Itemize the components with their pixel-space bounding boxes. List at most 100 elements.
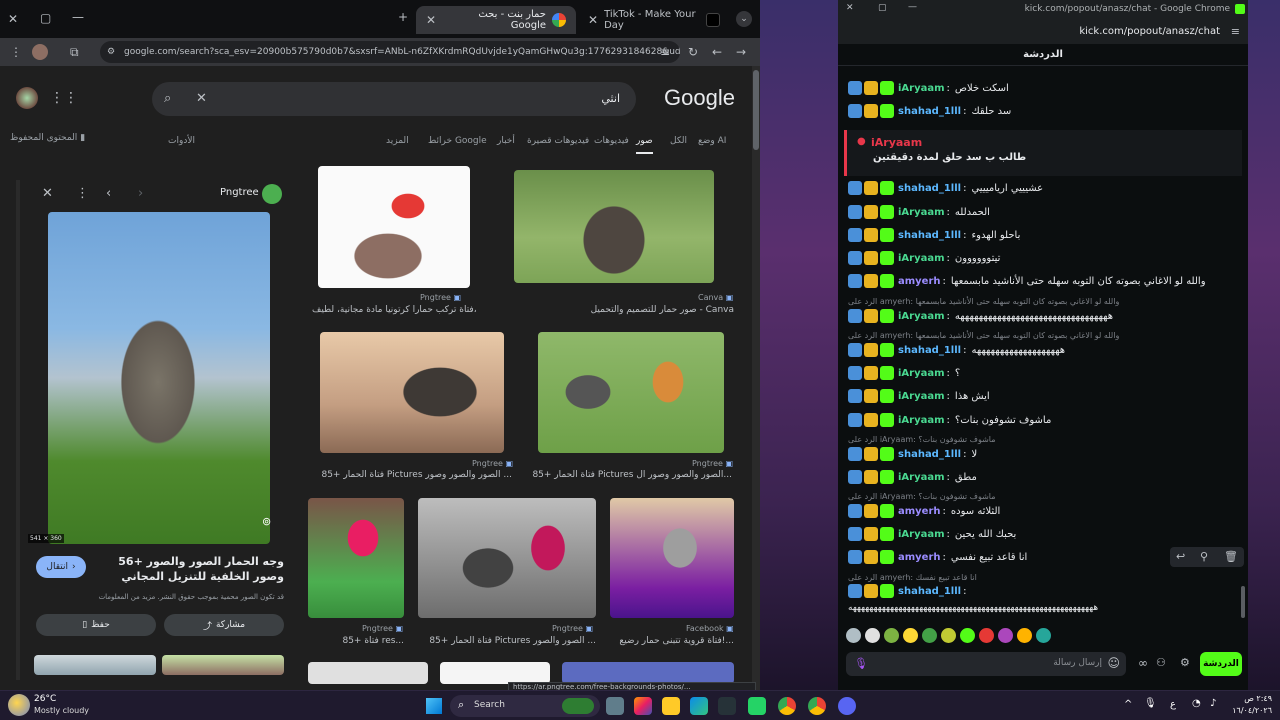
result-caption[interactable]: صور حمار للتصميم والتحميل - Canva <box>560 305 734 315</box>
chrome-icon[interactable] <box>778 697 796 715</box>
scroll-thumb[interactable] <box>1241 586 1245 618</box>
reload-icon[interactable]: ↻ <box>688 45 698 59</box>
new-tab-icon[interactable]: + <box>398 10 408 24</box>
taskbar-search[interactable]: ⌕ Search <box>450 695 600 717</box>
result-image[interactable] <box>308 498 404 618</box>
chat-username[interactable]: shahad_1lll <box>898 586 961 597</box>
chat-url[interactable]: kick.com/popout/anasz/chat <box>1079 26 1220 37</box>
result-source[interactable]: Pngtree ▣ <box>362 624 403 633</box>
minimize-icon[interactable]: — <box>908 2 917 12</box>
chat-username[interactable]: iAryaam <box>898 368 945 379</box>
chat-username[interactable]: iAryaam <box>898 391 945 402</box>
result-caption[interactable]: 85+ فتاة الحمار Pictures الصور والصور ..… <box>420 636 596 646</box>
emote-icon[interactable] <box>1017 628 1032 643</box>
pinned-message[interactable]: ● iAryaam طالب ب سد حلق لمدة دقيقتين <box>844 130 1242 176</box>
tune-icon[interactable]: ≡ <box>1231 25 1240 38</box>
tune-icon[interactable]: ≡ <box>660 45 670 59</box>
tab-google-search[interactable]: ✕ حمار بنت - بحث Google <box>416 6 576 34</box>
send-chat-button[interactable]: الدردشة <box>1200 652 1242 676</box>
nav-images[interactable]: صور <box>636 136 653 154</box>
chat-username[interactable]: iAryaam <box>898 311 945 322</box>
result-image[interactable] <box>562 662 734 684</box>
tab-search-icon[interactable]: ⌄ <box>736 11 752 27</box>
emote-icon[interactable] <box>979 628 994 643</box>
nav-maps[interactable]: خرائط Google <box>428 136 487 146</box>
minimize-icon[interactable]: — <box>72 10 84 24</box>
reply-context[interactable]: الرد على iAryaam: ماشوف تشوفون بنات؟ <box>848 492 996 501</box>
nav-more[interactable]: المزيد <box>386 136 409 146</box>
copilot-icon[interactable] <box>634 697 652 715</box>
network-icon[interactable]: ◔ <box>1192 698 1201 709</box>
chat-username[interactable]: amyerh <box>898 506 941 517</box>
chrome-icon[interactable] <box>808 697 826 715</box>
emote-icon[interactable] <box>903 628 918 643</box>
chat-message[interactable]: shahad_1lll: سد حلقك <box>848 101 1011 121</box>
profile-avatar[interactable] <box>32 44 48 60</box>
delete-icon[interactable]: 🗑 <box>1224 550 1238 563</box>
result-source[interactable]: Canva ▣ <box>698 293 733 302</box>
emote-icon[interactable] <box>998 628 1013 643</box>
show-hidden-icons[interactable]: ^ <box>1124 699 1132 710</box>
emote-icon[interactable] <box>865 628 880 643</box>
search-box[interactable]: ⌕ ✕ انثي <box>152 82 636 116</box>
close-window-icon[interactable]: ✕ <box>8 12 18 26</box>
microphone-icon[interactable]: 🎙 <box>1144 698 1157 709</box>
clock-time[interactable]: ٢:٤٩ ص <box>1232 694 1272 703</box>
result-caption[interactable]: فتاة تركب حماراً كرتونياً مادة مجانية، ل… <box>312 305 478 315</box>
emote-icon[interactable] <box>1036 628 1051 643</box>
result-source[interactable]: Pngtree ▣ <box>420 293 461 302</box>
language-indicator[interactable]: ع <box>1170 699 1176 710</box>
emote-icon[interactable] <box>941 628 956 643</box>
file-explorer-icon[interactable] <box>662 697 680 715</box>
next-icon[interactable]: › <box>138 186 143 201</box>
pin-icon[interactable]: ⚲ <box>1200 550 1208 563</box>
reply-context[interactable]: الرد على amyerh: والله لو الاغاني بصوته … <box>848 297 1119 306</box>
result-image[interactable] <box>418 498 596 618</box>
nav-videos[interactable]: فيديوهات <box>594 136 629 146</box>
pinned-user[interactable]: iAryaam <box>871 136 922 149</box>
google-logo[interactable]: Google <box>664 85 735 111</box>
close-tab-icon[interactable]: ✕ <box>588 13 598 27</box>
microphone-icon[interactable]: 🎙 <box>854 657 868 670</box>
chat-message[interactable]: iAryaam: الحمدلله <box>848 202 990 222</box>
result-caption[interactable]: 85+ فتاة الحمار Pictures الصور والصور وص… <box>312 470 512 480</box>
weather-temp[interactable]: 26°C <box>34 694 56 704</box>
account-avatar[interactable] <box>16 87 38 109</box>
previous-icon[interactable]: ‹ <box>106 186 111 201</box>
chat-message[interactable]: shahad_1lll: عشيييي ارياميييي <box>848 178 1043 198</box>
clock-date[interactable]: ١٦/٠٤/٢٠٢٦ <box>1222 706 1272 715</box>
chat-username[interactable]: shahad_1lll <box>898 345 961 356</box>
emote-icon[interactable] <box>846 628 861 643</box>
restore-icon[interactable]: ▢ <box>878 3 887 13</box>
preview-image[interactable] <box>48 212 270 544</box>
scroll-thumb[interactable] <box>753 70 759 150</box>
chat-username[interactable]: iAryaam <box>898 253 945 264</box>
chat-message[interactable]: shahad_1lll: باحلو الهدوء <box>848 225 1020 245</box>
result-caption[interactable]: فتاة قروية تتبنى حمار رضيع!... <box>610 636 734 646</box>
volume-icon[interactable]: ♪ <box>1210 698 1216 709</box>
store-icon[interactable] <box>718 697 736 715</box>
chat-message[interactable]: shahad_1lll: لا <box>848 444 977 464</box>
chat-username[interactable]: shahad_1lll <box>898 106 961 117</box>
result-image[interactable] <box>610 498 734 618</box>
chat-message[interactable]: amyerh: الثلاثه سوده <box>848 501 1000 521</box>
result-image[interactable] <box>320 332 504 453</box>
lens-icon[interactable]: ⊚ <box>262 515 271 528</box>
preview-source[interactable]: Pngtree <box>220 187 259 198</box>
site-info-icon[interactable]: ⚙ <box>107 41 115 63</box>
result-image[interactable] <box>538 332 724 453</box>
chat-message[interactable]: shahad_1lll: هههههههههههههههههههه <box>848 340 1065 360</box>
chat-message[interactable]: iAryaam: ماشوف تشوفون بنات؟ <box>848 410 1051 430</box>
panel-scrollbar[interactable] <box>16 180 20 680</box>
visit-button[interactable]: انتقال › <box>36 556 86 578</box>
preview-title[interactable]: 56+ وجه الحمار الصور والصور وصور الخلفية… <box>96 554 284 584</box>
chat-username[interactable]: iAryaam <box>898 415 945 426</box>
chat-message[interactable]: iAryaam: ؟ <box>848 363 960 383</box>
share-button[interactable]: ⤴ مشاركة <box>164 614 284 636</box>
copyright-note[interactable]: قد تكون الصور محمية بموجب حقوق النشر. مز… <box>40 593 284 601</box>
chat-username[interactable]: amyerh <box>898 276 941 287</box>
nav-news[interactable]: أخبار <box>497 136 515 146</box>
menu-dots-icon[interactable]: ⋮ <box>10 45 22 59</box>
result-image[interactable] <box>514 170 714 283</box>
nav-ai-mode[interactable]: وضع AI <box>698 136 726 146</box>
